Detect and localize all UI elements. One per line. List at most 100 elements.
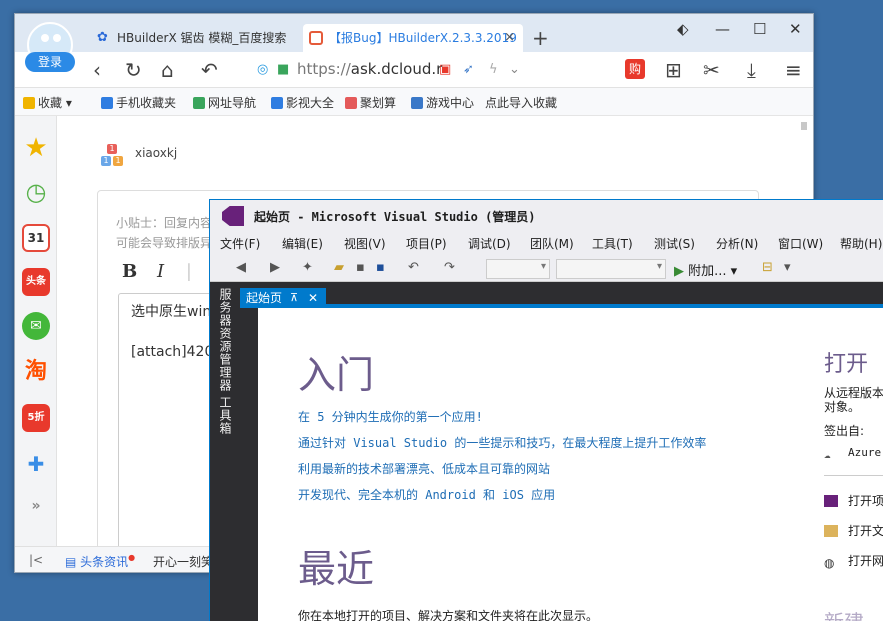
- browser-tab-bar: ✿ HBuilderX 锯齿 模糊_百度搜索 【报Bug】HBuilderX.2…: [15, 14, 813, 52]
- user-avatar-icon: 1 1 1: [101, 144, 125, 168]
- tab-close-icon[interactable]: ×: [504, 24, 515, 52]
- solution-platform-dropdown[interactable]: [556, 259, 666, 279]
- skin-icon[interactable]: ⬖: [677, 20, 689, 38]
- calendar-icon[interactable]: 31: [22, 224, 50, 252]
- navigation-bar: ‹ ↻ ⌂ ↶ ◎ ■ https://ask.dcloud.r ▣ ➶ ϟ ⌄…: [15, 52, 813, 88]
- tab-bug-report[interactable]: 【报Bug】HBuilderX.2.3.3.2019 ×: [303, 24, 523, 52]
- menu-help[interactable]: 帮助(H): [840, 235, 882, 252]
- attach-button[interactable]: ▶ 附加... ▾: [674, 260, 737, 279]
- favorites-menu[interactable]: 收藏 ▾: [23, 94, 72, 111]
- apps-icon[interactable]: ⊞: [665, 58, 682, 82]
- maximize-button[interactable]: ☐: [753, 20, 766, 38]
- news-ticker[interactable]: 开心一刻笑: [153, 553, 213, 570]
- login-button[interactable]: 登录: [25, 52, 75, 72]
- open-file-icon[interactable]: ▰: [334, 260, 344, 275]
- open-folder-link[interactable]: 打开文: [824, 522, 883, 539]
- shopping-icon[interactable]: 购: [625, 59, 645, 79]
- star-icon[interactable]: ★: [22, 134, 50, 162]
- folder-icon: [824, 525, 838, 537]
- clock-icon[interactable]: ◷: [22, 178, 50, 206]
- fav-import[interactable]: 点此导入收藏: [485, 94, 557, 111]
- fav-games[interactable]: 游戏中心: [411, 94, 474, 111]
- server-explorer-tab[interactable]: 服务器资源管理器: [217, 288, 234, 392]
- wechat-icon[interactable]: ✉: [22, 312, 50, 340]
- bold-button[interactable]: B: [122, 261, 137, 282]
- open-project-link[interactable]: 打开项: [824, 492, 883, 509]
- open-divider: [824, 475, 883, 476]
- extension-icon[interactable]: ▣: [439, 62, 451, 77]
- toolbox-tab[interactable]: 工具箱: [217, 396, 234, 435]
- menu-icon[interactable]: ≡: [785, 58, 802, 82]
- more-icon[interactable]: »: [22, 492, 50, 520]
- close-window-button[interactable]: ✕: [789, 20, 802, 38]
- toolbar-overflow-icon[interactable]: ▾: [784, 260, 791, 275]
- find-in-files-icon[interactable]: ⊟: [762, 260, 773, 275]
- editor-toolbar: B I |: [122, 261, 192, 282]
- play-icon: ▶: [674, 264, 684, 279]
- chevron-down-icon[interactable]: ⌄: [509, 62, 520, 77]
- undo-close-button[interactable]: ↶: [201, 58, 218, 82]
- menu-team[interactable]: 团队(M): [530, 235, 574, 252]
- solution-config-dropdown[interactable]: [486, 259, 550, 279]
- tab-label: HBuilderX 锯齿 模糊_百度搜索: [117, 31, 287, 45]
- visual-studio-window: 起始页 - Microsoft Visual Studio (管理员) 文件(F…: [209, 199, 883, 621]
- menu-debug[interactable]: 调试(D): [468, 235, 511, 252]
- star-icon: [23, 97, 35, 109]
- menu-window[interactable]: 窗口(W): [778, 235, 823, 252]
- open-website-link[interactable]: ◍ 打开网: [824, 552, 883, 570]
- shield-icon: ◎: [257, 62, 269, 77]
- new-project-icon[interactable]: ✦: [302, 260, 313, 275]
- nav-forward-icon[interactable]: ▶: [270, 260, 280, 275]
- save-all-icon[interactable]: ▪: [376, 260, 385, 275]
- news-link[interactable]: ▤ 头条资讯●: [65, 553, 135, 570]
- italic-button[interactable]: I: [157, 261, 164, 282]
- get-started-link-3[interactable]: 利用最新的技术部署漂亮、低成本且可靠的网站: [298, 460, 550, 477]
- menu-edit[interactable]: 编辑(E): [282, 235, 323, 252]
- fav-juhuasuan[interactable]: 聚划算: [345, 94, 396, 111]
- menu-file[interactable]: 文件(F): [220, 235, 260, 252]
- get-started-link-2[interactable]: 通过针对 Visual Studio 的一些提示和技巧，在最大程度上提升工作效率: [298, 434, 706, 451]
- fav-mobile-favorites[interactable]: 手机收藏夹: [101, 94, 176, 111]
- scissors-icon[interactable]: ✂: [703, 58, 720, 82]
- phone-icon: [101, 97, 113, 109]
- baidu-paw-icon: ✿: [97, 30, 108, 45]
- nav-back-icon[interactable]: ◀: [236, 260, 246, 275]
- new-tab-button[interactable]: +: [532, 26, 549, 50]
- vs-menu-bar: 文件(F) 编辑(E) 视图(V) 项目(P) 调试(D) 团队(M) 工具(T…: [210, 230, 883, 256]
- game-icon[interactable]: ✚: [22, 450, 50, 478]
- refresh-button[interactable]: ↻: [125, 58, 142, 82]
- fav-video[interactable]: 影视大全: [271, 94, 334, 111]
- menu-project[interactable]: 项目(P): [406, 235, 447, 252]
- url-text[interactable]: https://ask.dcloud.r: [297, 60, 442, 78]
- fav-url-nav[interactable]: 网址导航: [193, 94, 256, 111]
- page-scrollbar[interactable]: [801, 122, 807, 130]
- toutiao-icon[interactable]: 头条: [22, 268, 50, 296]
- menu-view[interactable]: 视图(V): [344, 235, 386, 252]
- tab-baidu-search[interactable]: ✿ HBuilderX 锯齿 模糊_百度搜索: [91, 24, 303, 52]
- back-button[interactable]: ‹: [93, 58, 101, 82]
- address-bar[interactable]: ◎ ■ https://ask.dcloud.r ▣ ➶ ϟ ⌄: [251, 56, 731, 84]
- save-icon[interactable]: ▪: [356, 260, 365, 275]
- menu-tools[interactable]: 工具(T): [592, 235, 633, 252]
- username[interactable]: xiaoxkj: [135, 146, 177, 160]
- visual-studio-logo-icon: [222, 206, 244, 226]
- undo-icon[interactable]: ↶: [408, 260, 419, 275]
- recent-heading: 最近: [298, 547, 375, 591]
- get-started-link-4[interactable]: 开发现代、完全本机的 Android 和 iOS 应用: [298, 486, 555, 503]
- discount-icon[interactable]: 5折: [22, 404, 50, 432]
- azure-devops-link[interactable]: ☁ Azure: [824, 446, 881, 461]
- menu-analyze[interactable]: 分析(N): [716, 235, 758, 252]
- vs-tool-windows-strip: 服务器资源管理器 工具箱: [210, 282, 240, 621]
- minimize-button[interactable]: —: [715, 20, 730, 38]
- get-started-link-1[interactable]: 在 5 分钟内生成你的第一个应用!: [298, 408, 483, 425]
- taobao-icon[interactable]: 淘: [22, 358, 50, 386]
- globe-icon: ◍: [824, 556, 835, 570]
- lightning-icon[interactable]: ϟ: [489, 62, 498, 77]
- redo-icon[interactable]: ↷: [444, 260, 455, 275]
- download-icon[interactable]: ⤓: [747, 58, 756, 82]
- vs-start-page: 入门 在 5 分钟内生成你的第一个应用! 通过针对 Visual Studio …: [258, 308, 883, 621]
- collapse-sidebar-button[interactable]: |<: [29, 553, 43, 567]
- rocket-icon[interactable]: ➶: [463, 62, 474, 77]
- menu-test[interactable]: 测试(S): [654, 235, 695, 252]
- home-button[interactable]: ⌂: [161, 58, 174, 82]
